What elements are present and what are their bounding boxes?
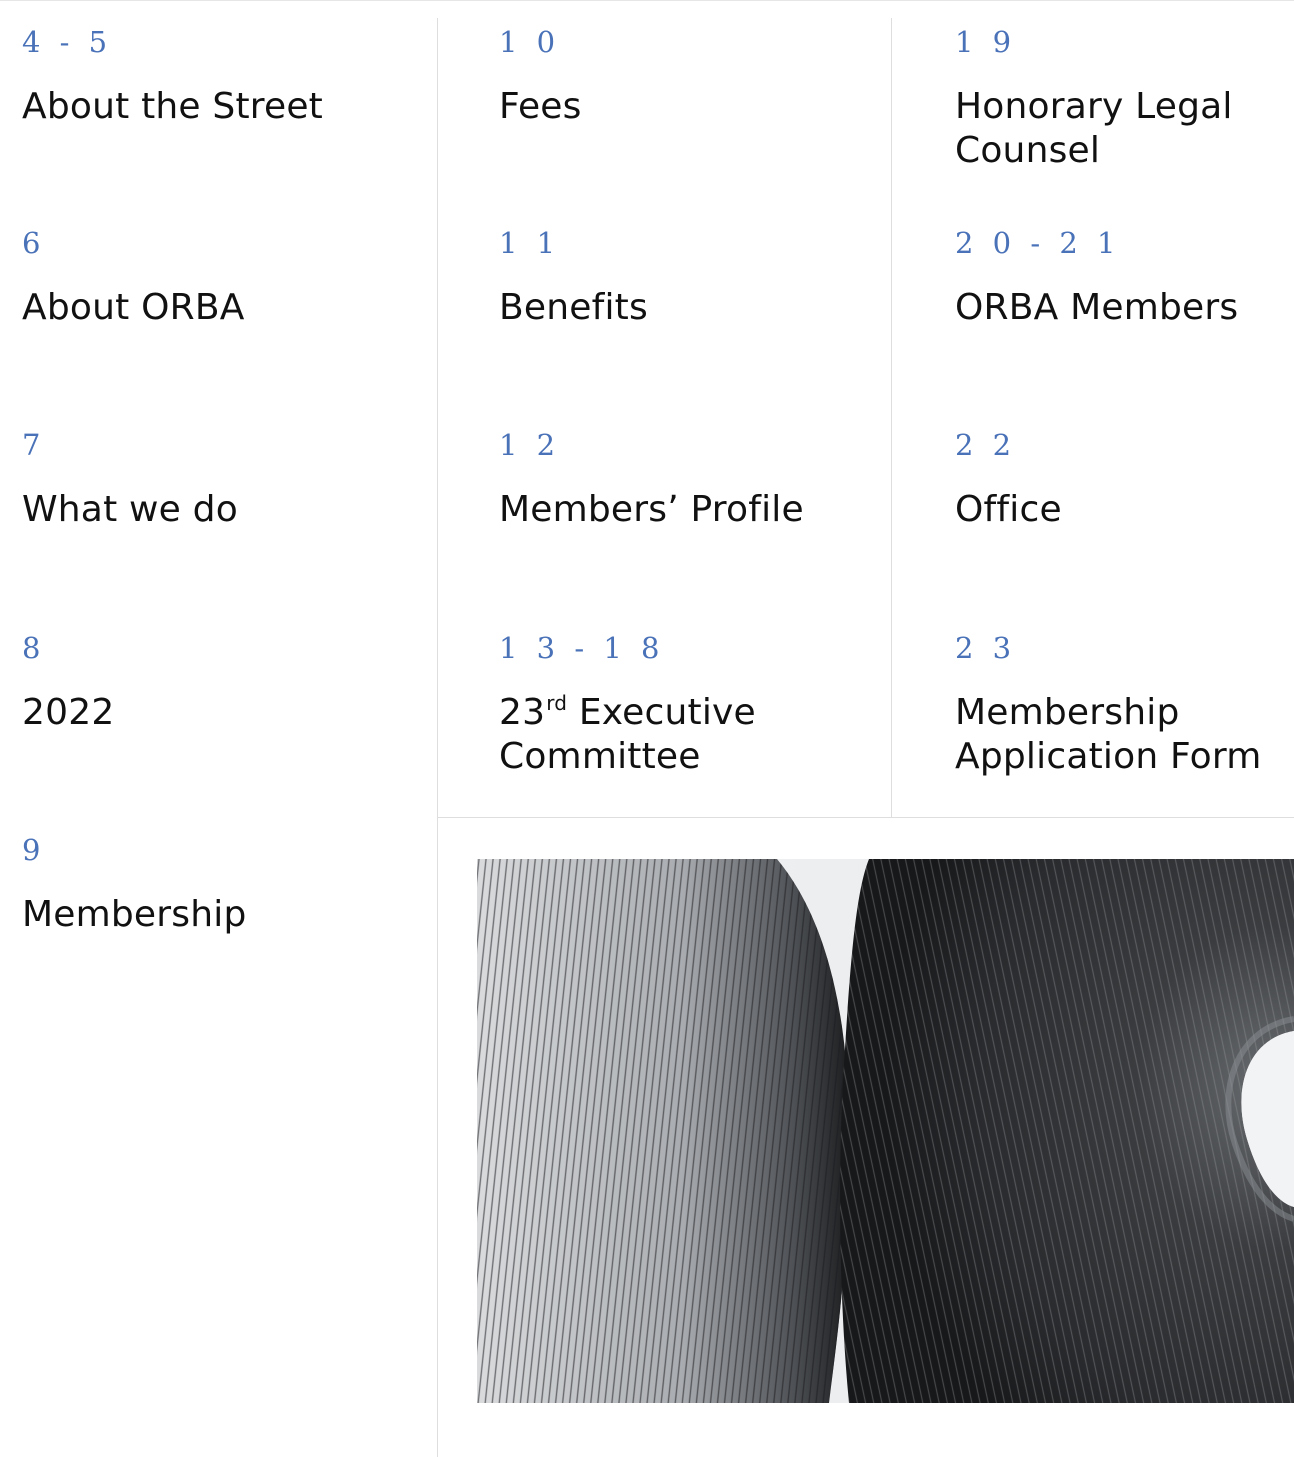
page-number: 7 [22, 428, 46, 462]
toc-entry-about-orba[interactable]: 6 About ORBA [22, 229, 245, 330]
title-line-2: Application Form [955, 736, 1262, 777]
page-number: 1 1 [499, 226, 561, 260]
entry-title: Membership Application Form [955, 691, 1261, 779]
toc-entry-office[interactable]: 2 2 Office [955, 431, 1062, 532]
title-line-1: Honorary Legal [955, 86, 1233, 127]
toc-entry-membership[interactable]: 9 Membership [22, 836, 247, 937]
entry-title: 2022 [22, 692, 115, 733]
toc-entry-about-the-street[interactable]: 4 - 5 About the Street [22, 28, 323, 129]
page-number: 1 0 [499, 25, 561, 59]
title-line-2: Committee [499, 736, 701, 777]
page-number: 2 0 - 2 1 [955, 226, 1121, 260]
entry-title: Benefits [499, 287, 648, 328]
entry-title: Membership [22, 894, 247, 935]
entry-title: What we do [22, 489, 238, 530]
page-number: 4 - 5 [22, 25, 113, 59]
column-divider-2 [891, 18, 892, 818]
toc-entry-membership-application-form[interactable]: 2 3 Membership Application Form [955, 634, 1261, 779]
ordinal-number: 23 [499, 692, 546, 733]
toc-entry-members-profile[interactable]: 1 2 Members’ Profile [499, 431, 804, 532]
title-line-1-rest: Executive [567, 692, 756, 733]
entry-title: 23rd Executive Committee [499, 691, 756, 779]
toc-entry-2022[interactable]: 8 2022 [22, 634, 114, 735]
grid-bottom-rule [437, 817, 1294, 818]
entry-title: Honorary Legal Counsel [955, 85, 1233, 173]
entry-title: Members’ Profile [499, 489, 804, 530]
entry-title: ORBA Members [955, 287, 1239, 328]
title-line-2: Counsel [955, 130, 1101, 171]
page-number: 1 9 [955, 25, 1017, 59]
top-rule [0, 0, 1294, 1]
page-number: 2 3 [955, 631, 1017, 665]
page-number: 6 [22, 226, 46, 260]
toc-entry-what-we-do[interactable]: 7 What we do [22, 431, 238, 532]
toc-entry-orba-members[interactable]: 2 0 - 2 1 ORBA Members [955, 229, 1238, 330]
toc-entry-benefits[interactable]: 1 1 Benefits [499, 229, 648, 330]
page-number: 1 2 [499, 428, 561, 462]
toc-entry-fees[interactable]: 1 0 Fees [499, 28, 582, 129]
page-number: 1 3 - 1 8 [499, 631, 665, 665]
page-number: 2 2 [955, 428, 1017, 462]
toc-entry-executive-committee[interactable]: 1 3 - 1 8 23rd Executive Committee [499, 634, 756, 779]
page-number: 8 [22, 631, 46, 665]
ordinal-suffix: rd [546, 691, 568, 715]
entry-title: Office [955, 489, 1062, 530]
sculpture-photo [477, 859, 1294, 1403]
page-number: 9 [22, 833, 46, 867]
column-divider-1 [437, 18, 438, 1457]
entry-title: About ORBA [22, 287, 245, 328]
toc-entry-honorary-legal-counsel[interactable]: 1 9 Honorary Legal Counsel [955, 28, 1233, 173]
entry-title: About the Street [22, 86, 323, 127]
entry-title: Fees [499, 86, 582, 127]
title-line-1: Membership [955, 692, 1180, 733]
